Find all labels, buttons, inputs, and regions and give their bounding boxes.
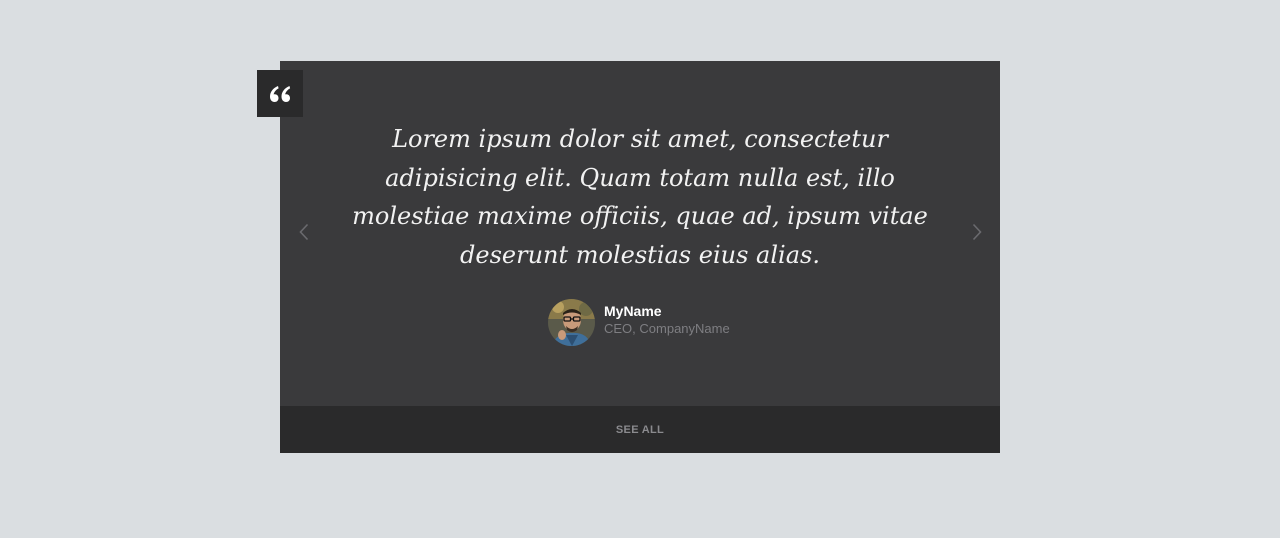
testimonial-footer: SEE ALL xyxy=(280,406,1000,453)
author-name: MyName xyxy=(604,302,662,319)
see-all-link[interactable]: SEE ALL xyxy=(616,424,664,436)
chevron-left-icon xyxy=(299,223,309,246)
prev-button[interactable] xyxy=(296,223,312,245)
testimonial-quote: Lorem ipsum dolor sit amet, consectetur … xyxy=(352,125,928,269)
testimonial-author: MyName CEO, CompanyName xyxy=(548,298,730,346)
avatar xyxy=(548,298,595,346)
chevron-right-icon xyxy=(972,223,982,246)
author-role: CEO, CompanyName xyxy=(604,320,730,336)
quote-badge xyxy=(257,70,303,117)
testimonial-card: Lorem ipsum dolor sit amet, consectetur … xyxy=(257,61,1000,453)
next-button[interactable] xyxy=(969,223,985,245)
quote-icon xyxy=(269,85,291,103)
